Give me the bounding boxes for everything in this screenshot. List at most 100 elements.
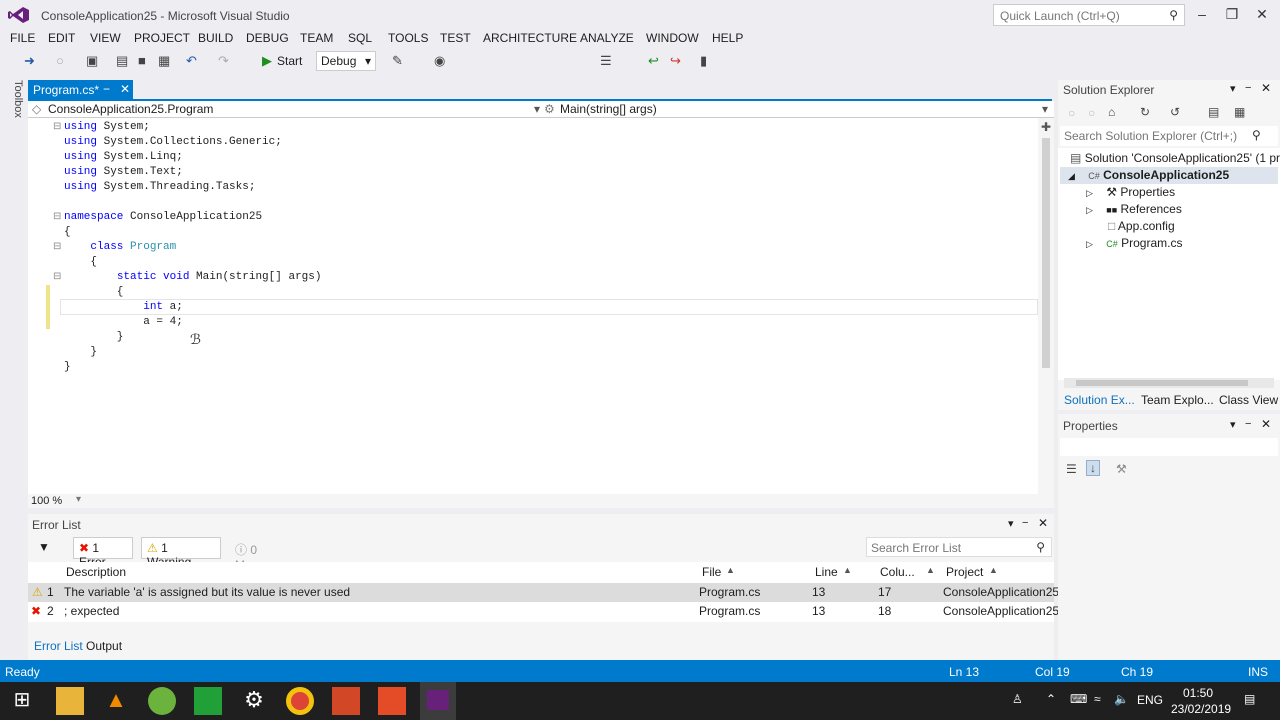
menu-edit[interactable]: EDIT [48, 31, 75, 45]
scroll-thumb[interactable] [1076, 380, 1248, 386]
menu-team[interactable]: TEAM [300, 31, 333, 45]
solution-horizontal-scrollbar[interactable] [1064, 378, 1274, 388]
menu-debug[interactable]: DEBUG [246, 31, 289, 45]
tree-item-references[interactable]: ▷ ■■ References [1086, 202, 1182, 216]
menu-test[interactable]: TEST [440, 31, 471, 45]
pin-icon[interactable]: − [1022, 517, 1028, 529]
menu-file[interactable]: FILE [10, 31, 35, 45]
visual-studio-taskbar-icon[interactable] [420, 682, 456, 720]
column-header-line[interactable]: Line [815, 565, 838, 579]
editor-vertical-scrollbar[interactable]: ✚ [1038, 118, 1054, 494]
menu-build[interactable]: BUILD [198, 31, 233, 45]
zoom-level[interactable]: 100 % [31, 495, 62, 507]
back-icon[interactable]: ➜ [24, 53, 35, 69]
step-icon[interactable]: ↩ [648, 53, 659, 69]
chevron-down-icon[interactable]: ▾ [1008, 517, 1014, 530]
pin-icon[interactable]: − [1245, 418, 1251, 430]
close-icon[interactable]: ✕ [1261, 417, 1271, 431]
tab-output[interactable]: Output [86, 639, 122, 653]
categorized-icon[interactable]: ☰ [1066, 462, 1077, 476]
solution-configuration-select[interactable]: Debug ▾ [316, 51, 376, 71]
maximize-button[interactable]: ❐ [1218, 4, 1246, 24]
collapse-icon[interactable]: ⊟ [53, 211, 61, 222]
tree-item-properties[interactable]: ▷ ⚒ Properties [1086, 185, 1175, 199]
undo-icon[interactable]: ↶ [186, 53, 197, 69]
chevron-down-icon[interactable]: ▾ [1230, 418, 1236, 431]
expand-arrow-icon[interactable]: ▷ [1086, 205, 1093, 215]
people-icon[interactable]: ♙ [1012, 692, 1023, 706]
chrome-icon[interactable] [286, 687, 314, 715]
column-header-column[interactable]: Colu... [880, 565, 915, 579]
warnings-filter-button[interactable]: ⚠ 1 Warning [141, 537, 221, 569]
column-header-file[interactable]: File [702, 565, 721, 579]
class-navigation-dropdown[interactable]: ConsoleApplication25.Program [48, 102, 213, 116]
alphabetical-icon[interactable]: ↓ [1086, 460, 1100, 476]
open-file-icon[interactable]: ▤ [116, 53, 128, 69]
menu-sql[interactable]: SQL [348, 31, 372, 45]
tab-solution-explorer[interactable]: Solution Ex... [1064, 393, 1135, 407]
properties-object-select[interactable] [1060, 438, 1278, 456]
start-button[interactable]: Start [277, 54, 302, 68]
close-button[interactable]: ✕ [1248, 4, 1276, 24]
menu-help[interactable]: HELP [712, 31, 743, 45]
notifications-icon[interactable]: ▤ [1244, 692, 1255, 706]
table-row[interactable]: ✖ 2 ; expected Program.cs 13 18 ConsoleA… [28, 602, 1059, 621]
save-all-icon[interactable]: ▦ [158, 53, 170, 69]
solution-search-input[interactable]: Search Solution Explorer (Ctrl+;) ⚲ [1060, 126, 1278, 146]
chevron-up-icon[interactable]: ⌃ [1046, 692, 1056, 706]
volume-icon[interactable]: 🔈 [1114, 692, 1129, 706]
close-icon[interactable]: ✕ [1038, 516, 1048, 530]
error-list-search-input[interactable]: Search Error List ⚲ [866, 537, 1052, 557]
comment-icon[interactable]: ☰ [600, 53, 612, 69]
column-header-project[interactable]: Project [946, 565, 983, 579]
expand-arrow-icon[interactable]: ▷ [1086, 239, 1093, 249]
forward-icon[interactable]: ○ [1088, 106, 1095, 120]
back-icon[interactable]: ○ [1068, 106, 1075, 120]
filter-icon[interactable]: ▼ [38, 540, 50, 554]
tab-program-cs[interactable]: Program.cs* − ✕ [28, 80, 133, 99]
clock-date[interactable]: 23/02/2019 [1171, 702, 1231, 716]
powerpoint-icon[interactable] [332, 687, 360, 715]
menu-view[interactable]: VIEW [90, 31, 121, 45]
tree-item-app-config[interactable]: □ App.config [1108, 219, 1175, 233]
collapse-icon[interactable]: ⊟ [53, 271, 61, 282]
camtasia-recorder-icon[interactable] [378, 687, 406, 715]
language-indicator[interactable]: ENG [1137, 693, 1163, 707]
wifi-icon[interactable]: ≈ [1094, 692, 1101, 706]
scroll-thumb[interactable] [1042, 138, 1050, 368]
menu-architecture[interactable]: ARCHITECTURE [483, 31, 577, 45]
chevron-down-icon[interactable]: ▾ [1230, 82, 1236, 95]
tab-class-view[interactable]: Class View [1219, 393, 1278, 407]
tree-item-program-cs[interactable]: ▷ C# Program.cs [1086, 236, 1182, 250]
menu-project[interactable]: PROJECT [134, 31, 190, 45]
expand-arrow-icon[interactable]: ◢ [1068, 171, 1075, 181]
utorrent-icon[interactable] [148, 687, 176, 715]
attach-icon[interactable]: ✎ [392, 53, 403, 69]
collapse-icon[interactable]: ⊟ [53, 241, 61, 252]
toolbox-tab[interactable]: Toolbox [6, 80, 24, 120]
new-project-icon[interactable]: ▣ [86, 53, 98, 69]
tab-close-icon[interactable]: ✕ [120, 82, 130, 96]
split-icon[interactable]: ✚ [1041, 120, 1051, 134]
wrench-icon[interactable]: ⚒ [1116, 462, 1127, 476]
pin-icon[interactable]: − [103, 82, 110, 96]
forward-icon[interactable]: ○ [56, 53, 64, 68]
save-icon[interactable]: ■ [138, 53, 146, 68]
vlc-icon[interactable]: ▲ [102, 687, 130, 715]
clear-bookmarks-icon[interactable]: ↪ [670, 53, 681, 69]
collapse-icon[interactable]: ⊟ [53, 121, 61, 132]
tab-error-list[interactable]: Error List [34, 639, 83, 653]
start-play-icon[interactable]: ▶ [262, 53, 272, 69]
sync-icon[interactable]: ↻ [1140, 105, 1150, 119]
menu-window[interactable]: WINDOW [646, 31, 699, 45]
settings-gear-icon[interactable]: ⚙ [240, 687, 268, 715]
bookmark-icon[interactable]: ▮ [700, 53, 707, 69]
quick-launch-input[interactable]: Quick Launch (Ctrl+Q) ⚲ [993, 4, 1185, 26]
keyboard-icon[interactable]: ⌨ [1070, 692, 1087, 706]
refresh-icon[interactable]: ↺ [1170, 105, 1180, 119]
collapse-all-icon[interactable]: ▤ [1208, 105, 1219, 119]
menu-tools[interactable]: TOOLS [388, 31, 428, 45]
windows-start-icon[interactable]: ⊞ [8, 687, 36, 715]
errors-filter-button[interactable]: ✖ 1 Error [73, 537, 133, 569]
properties-icon[interactable]: ▦ [1234, 105, 1245, 119]
